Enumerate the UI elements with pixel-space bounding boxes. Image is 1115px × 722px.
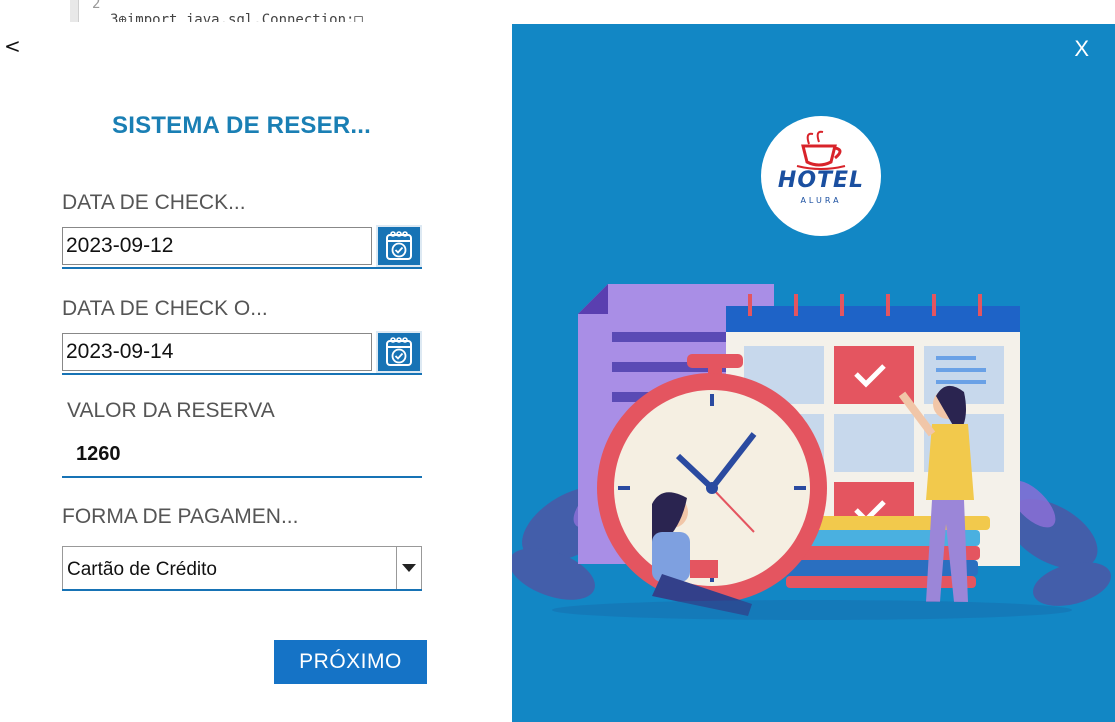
pagamento-select[interactable]: Cartão de Crédito [62, 546, 422, 590]
valor-value: 1260 [76, 443, 121, 465]
reservation-illustration [512, 284, 1111, 620]
coffee-cup-icon [796, 130, 846, 170]
check-in-calendar-button[interactable] [376, 225, 422, 267]
calendar-check-icon [386, 337, 412, 366]
hotel-logo: HOTEL ALURA [761, 116, 881, 236]
check-in-date-input[interactable]: 2023-09-12 [62, 227, 372, 265]
pagamento-underline [62, 589, 422, 591]
logo-text: HOTEL [777, 168, 865, 193]
check-in-underline [62, 267, 422, 269]
back-arrow-icon[interactable]: < [4, 34, 21, 58]
valor-underline [62, 476, 422, 478]
editor-line-number: 2 [92, 0, 101, 12]
editor-background-strip: 2 3⊕import java.sql.Connection;□ [70, 0, 512, 22]
check-out-date-input[interactable]: 2023-09-14 [62, 333, 372, 371]
check-out-underline [62, 373, 422, 375]
check-in-label: DATA DE CHECK... [62, 191, 246, 214]
close-button[interactable]: X [1074, 36, 1089, 62]
editor-gutter [70, 0, 79, 22]
check-out-label: DATA DE CHECK O... [62, 297, 268, 320]
next-button[interactable]: PRÓXIMO [274, 640, 427, 684]
editor-code-line: 3⊕import java.sql.Connection;□ [110, 12, 363, 22]
calendar-check-icon [386, 231, 412, 260]
pagamento-label: FORMA DE PAGAMEN... [62, 505, 299, 528]
form-title: SISTEMA DE RESER... [112, 112, 371, 139]
check-out-calendar-button[interactable] [376, 331, 422, 373]
hotel-illustration-panel: X HOTEL ALURA [512, 24, 1115, 722]
valor-label: VALOR DA RESERVA [67, 399, 275, 422]
pagamento-selected-value: Cartão de Crédito [67, 559, 217, 580]
dropdown-arrow-icon[interactable] [396, 547, 421, 589]
logo-subtext: ALURA [800, 196, 842, 205]
